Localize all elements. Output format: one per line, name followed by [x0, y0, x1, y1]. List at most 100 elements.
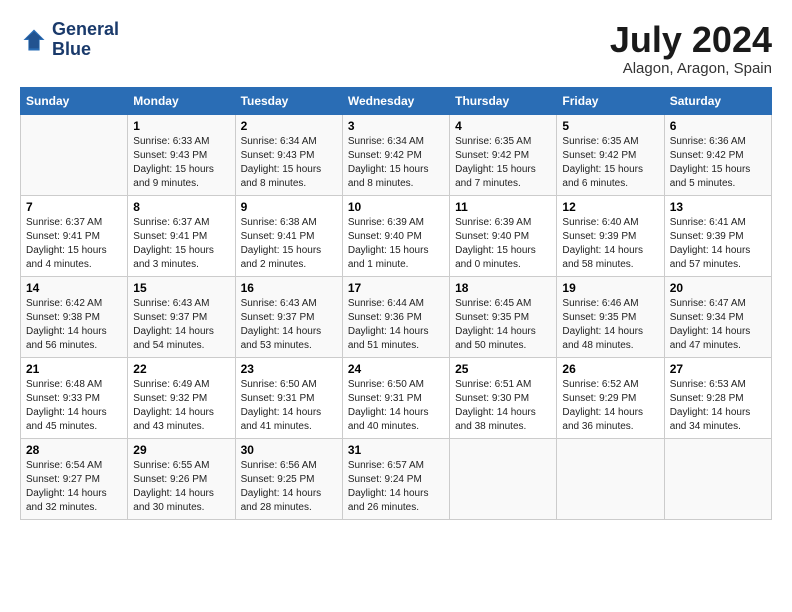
- day-number: 12: [562, 200, 658, 214]
- header-wednesday: Wednesday: [342, 87, 449, 114]
- title-block: July 2024 Alagon, Aragon, Spain: [610, 20, 772, 77]
- day-number: 9: [241, 200, 337, 214]
- daylight-hours: Daylight: 15 hours and 9 minutes.: [133, 164, 214, 189]
- day-info: Sunrise: 6:34 AM Sunset: 9:42 PM Dayligh…: [348, 135, 444, 191]
- sunrise-time: Sunrise: 6:44 AM: [348, 298, 424, 309]
- logo: General Blue: [20, 20, 119, 60]
- sunset-time: Sunset: 9:42 PM: [670, 150, 744, 161]
- sunrise-time: Sunrise: 6:52 AM: [562, 379, 638, 390]
- day-number: 28: [26, 443, 122, 457]
- day-info: Sunrise: 6:51 AM Sunset: 9:30 PM Dayligh…: [455, 378, 551, 434]
- sunset-time: Sunset: 9:37 PM: [133, 312, 207, 323]
- sunrise-time: Sunrise: 6:48 AM: [26, 379, 102, 390]
- calendar-cell: 30 Sunrise: 6:56 AM Sunset: 9:25 PM Dayl…: [235, 438, 342, 519]
- calendar-cell: 27 Sunrise: 6:53 AM Sunset: 9:28 PM Dayl…: [664, 357, 771, 438]
- sunset-time: Sunset: 9:41 PM: [133, 231, 207, 242]
- sunrise-time: Sunrise: 6:37 AM: [133, 217, 209, 228]
- sunrise-time: Sunrise: 6:35 AM: [455, 136, 531, 147]
- sunset-time: Sunset: 9:40 PM: [455, 231, 529, 242]
- daylight-hours: Daylight: 14 hours and 34 minutes.: [670, 407, 751, 432]
- day-number: 21: [26, 362, 122, 376]
- sunrise-time: Sunrise: 6:55 AM: [133, 460, 209, 471]
- calendar-cell: 2 Sunrise: 6:34 AM Sunset: 9:43 PM Dayli…: [235, 114, 342, 195]
- sunset-time: Sunset: 9:27 PM: [26, 474, 100, 485]
- sunset-time: Sunset: 9:30 PM: [455, 393, 529, 404]
- day-info: Sunrise: 6:52 AM Sunset: 9:29 PM Dayligh…: [562, 378, 658, 434]
- sunrise-time: Sunrise: 6:43 AM: [241, 298, 317, 309]
- calendar-cell: 6 Sunrise: 6:36 AM Sunset: 9:42 PM Dayli…: [664, 114, 771, 195]
- calendar-cell: 1 Sunrise: 6:33 AM Sunset: 9:43 PM Dayli…: [128, 114, 235, 195]
- day-number: 8: [133, 200, 229, 214]
- day-info: Sunrise: 6:46 AM Sunset: 9:35 PM Dayligh…: [562, 297, 658, 353]
- day-info: Sunrise: 6:33 AM Sunset: 9:43 PM Dayligh…: [133, 135, 229, 191]
- day-number: 16: [241, 281, 337, 295]
- calendar-cell: 29 Sunrise: 6:55 AM Sunset: 9:26 PM Dayl…: [128, 438, 235, 519]
- daylight-hours: Daylight: 15 hours and 2 minutes.: [241, 245, 322, 270]
- day-info: Sunrise: 6:43 AM Sunset: 9:37 PM Dayligh…: [133, 297, 229, 353]
- daylight-hours: Daylight: 14 hours and 54 minutes.: [133, 326, 214, 351]
- header-thursday: Thursday: [450, 87, 557, 114]
- day-info: Sunrise: 6:42 AM Sunset: 9:38 PM Dayligh…: [26, 297, 122, 353]
- sunrise-time: Sunrise: 6:47 AM: [670, 298, 746, 309]
- day-info: Sunrise: 6:39 AM Sunset: 9:40 PM Dayligh…: [348, 216, 444, 272]
- daylight-hours: Daylight: 14 hours and 56 minutes.: [26, 326, 107, 351]
- day-info: Sunrise: 6:40 AM Sunset: 9:39 PM Dayligh…: [562, 216, 658, 272]
- header-saturday: Saturday: [664, 87, 771, 114]
- daylight-hours: Daylight: 15 hours and 3 minutes.: [133, 245, 214, 270]
- day-info: Sunrise: 6:43 AM Sunset: 9:37 PM Dayligh…: [241, 297, 337, 353]
- sunrise-time: Sunrise: 6:36 AM: [670, 136, 746, 147]
- day-number: 13: [670, 200, 766, 214]
- day-number: 5: [562, 119, 658, 133]
- day-info: Sunrise: 6:44 AM Sunset: 9:36 PM Dayligh…: [348, 297, 444, 353]
- day-number: 10: [348, 200, 444, 214]
- daylight-hours: Daylight: 14 hours and 58 minutes.: [562, 245, 643, 270]
- sunset-time: Sunset: 9:42 PM: [348, 150, 422, 161]
- sunset-time: Sunset: 9:31 PM: [348, 393, 422, 404]
- sunset-time: Sunset: 9:43 PM: [241, 150, 315, 161]
- day-number: 25: [455, 362, 551, 376]
- daylight-hours: Daylight: 14 hours and 57 minutes.: [670, 245, 751, 270]
- calendar-cell: 5 Sunrise: 6:35 AM Sunset: 9:42 PM Dayli…: [557, 114, 664, 195]
- daylight-hours: Daylight: 14 hours and 50 minutes.: [455, 326, 536, 351]
- daylight-hours: Daylight: 15 hours and 8 minutes.: [241, 164, 322, 189]
- calendar-cell: [557, 438, 664, 519]
- day-number: 30: [241, 443, 337, 457]
- sunset-time: Sunset: 9:32 PM: [133, 393, 207, 404]
- day-number: 24: [348, 362, 444, 376]
- sunrise-time: Sunrise: 6:45 AM: [455, 298, 531, 309]
- sunrise-time: Sunrise: 6:57 AM: [348, 460, 424, 471]
- calendar-cell: 13 Sunrise: 6:41 AM Sunset: 9:39 PM Dayl…: [664, 195, 771, 276]
- day-number: 11: [455, 200, 551, 214]
- calendar-week-5: 28 Sunrise: 6:54 AM Sunset: 9:27 PM Dayl…: [21, 438, 772, 519]
- sunrise-time: Sunrise: 6:39 AM: [455, 217, 531, 228]
- day-number: 4: [455, 119, 551, 133]
- sunrise-time: Sunrise: 6:34 AM: [348, 136, 424, 147]
- day-number: 3: [348, 119, 444, 133]
- day-number: 23: [241, 362, 337, 376]
- daylight-hours: Daylight: 15 hours and 7 minutes.: [455, 164, 536, 189]
- day-info: Sunrise: 6:47 AM Sunset: 9:34 PM Dayligh…: [670, 297, 766, 353]
- sunset-time: Sunset: 9:41 PM: [241, 231, 315, 242]
- calendar-cell: 16 Sunrise: 6:43 AM Sunset: 9:37 PM Dayl…: [235, 276, 342, 357]
- sunset-time: Sunset: 9:36 PM: [348, 312, 422, 323]
- day-number: 19: [562, 281, 658, 295]
- sunset-time: Sunset: 9:38 PM: [26, 312, 100, 323]
- sunset-time: Sunset: 9:34 PM: [670, 312, 744, 323]
- day-number: 17: [348, 281, 444, 295]
- sunrise-time: Sunrise: 6:43 AM: [133, 298, 209, 309]
- sunrise-time: Sunrise: 6:56 AM: [241, 460, 317, 471]
- daylight-hours: Daylight: 14 hours and 43 minutes.: [133, 407, 214, 432]
- daylight-hours: Daylight: 14 hours and 51 minutes.: [348, 326, 429, 351]
- sunset-time: Sunset: 9:24 PM: [348, 474, 422, 485]
- weekday-row: Sunday Monday Tuesday Wednesday Thursday…: [21, 87, 772, 114]
- calendar-cell: 25 Sunrise: 6:51 AM Sunset: 9:30 PM Dayl…: [450, 357, 557, 438]
- day-number: 18: [455, 281, 551, 295]
- sunset-time: Sunset: 9:28 PM: [670, 393, 744, 404]
- calendar-cell: 21 Sunrise: 6:48 AM Sunset: 9:33 PM Dayl…: [21, 357, 128, 438]
- day-info: Sunrise: 6:48 AM Sunset: 9:33 PM Dayligh…: [26, 378, 122, 434]
- sunset-time: Sunset: 9:33 PM: [26, 393, 100, 404]
- calendar-cell: 14 Sunrise: 6:42 AM Sunset: 9:38 PM Dayl…: [21, 276, 128, 357]
- day-info: Sunrise: 6:56 AM Sunset: 9:25 PM Dayligh…: [241, 459, 337, 515]
- calendar-cell: 28 Sunrise: 6:54 AM Sunset: 9:27 PM Dayl…: [21, 438, 128, 519]
- day-info: Sunrise: 6:50 AM Sunset: 9:31 PM Dayligh…: [241, 378, 337, 434]
